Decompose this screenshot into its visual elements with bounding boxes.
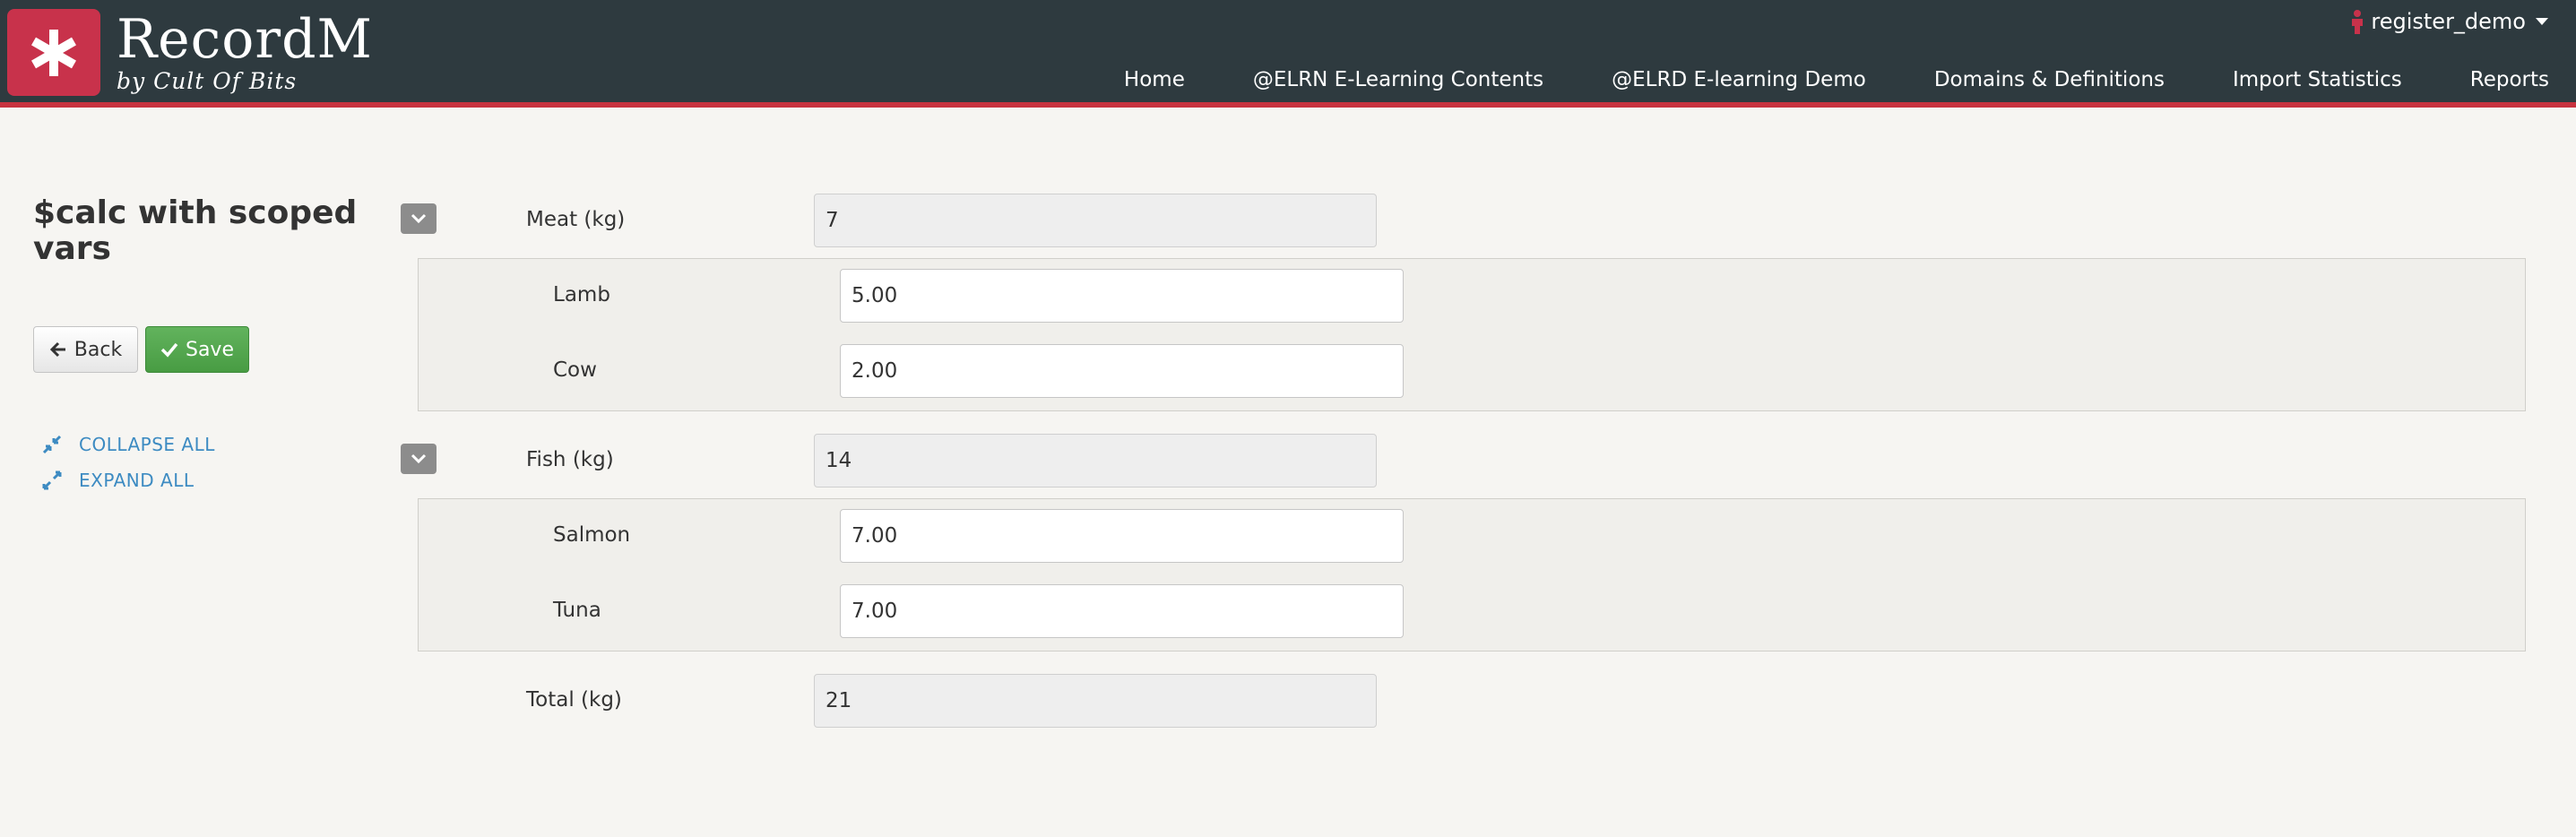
user-menu[interactable]: register_demo [2349, 9, 2549, 34]
nav-home[interactable]: Home [1090, 68, 1219, 91]
total-field [814, 674, 1377, 728]
total-label: Total (kg) [526, 688, 622, 712]
expand-all-label: EXPAND ALL [79, 470, 194, 491]
save-button-label: Save [185, 338, 234, 361]
nav-domains-definitions[interactable]: Domains & Definitions [1900, 68, 2199, 91]
collapse-all-link[interactable]: COLLAPSE ALL [41, 434, 215, 455]
salmon-label: Salmon [553, 523, 631, 547]
check-icon [160, 342, 178, 358]
lamb-label: Lamb [553, 283, 610, 306]
meat-total-field [814, 194, 1377, 247]
brand-name: RecordM [117, 8, 373, 71]
fish-label: Fish (kg) [526, 448, 614, 471]
cow-input[interactable] [840, 344, 1404, 398]
user-name: register_demo [2371, 9, 2526, 34]
user-icon [2352, 10, 2364, 34]
fish-subgroup [418, 498, 2526, 651]
expand-icon [42, 470, 62, 490]
back-button-label: Back [73, 338, 123, 361]
meat-collapse-toggle[interactable] [401, 203, 437, 234]
expand-all-link[interactable]: EXPAND ALL [41, 470, 194, 491]
cow-label: Cow [553, 358, 597, 382]
top-header: RecordM by Cult Of Bits register_demo Ho… [0, 0, 2576, 108]
fish-total-field [814, 434, 1377, 488]
chevron-down-icon [411, 453, 427, 464]
caret-down-icon [2536, 18, 2548, 25]
meat-label: Meat (kg) [526, 208, 626, 231]
meat-subgroup [418, 258, 2526, 411]
chevron-down-icon [411, 213, 427, 224]
lamb-input[interactable] [840, 269, 1404, 323]
nav-import-statistics[interactable]: Import Statistics [2199, 68, 2436, 91]
brand-tagline: by Cult Of Bits [117, 68, 298, 94]
nav-elrn-elearning-contents[interactable]: @ELRN E-Learning Contents [1219, 68, 1578, 91]
tuna-label: Tuna [553, 599, 601, 622]
tuna-input[interactable] [840, 584, 1404, 638]
collapse-all-label: COLLAPSE ALL [79, 434, 215, 455]
main-nav: Home @ELRN E-Learning Contents @ELRD E-l… [1090, 68, 2549, 91]
page-title: $calc with scoped vars [33, 194, 358, 267]
arrow-left-icon [49, 341, 65, 358]
fish-collapse-toggle[interactable] [401, 444, 437, 474]
nav-elrd-elearning-demo[interactable]: @ELRD E-learning Demo [1578, 68, 1900, 91]
asterisk-logo-icon [30, 29, 77, 76]
back-button[interactable]: Back [33, 326, 138, 373]
save-button[interactable]: Save [145, 326, 249, 373]
compress-icon [42, 435, 62, 454]
nav-reports[interactable]: Reports [2436, 68, 2549, 91]
logo[interactable] [7, 9, 100, 96]
salmon-input[interactable] [840, 509, 1404, 563]
